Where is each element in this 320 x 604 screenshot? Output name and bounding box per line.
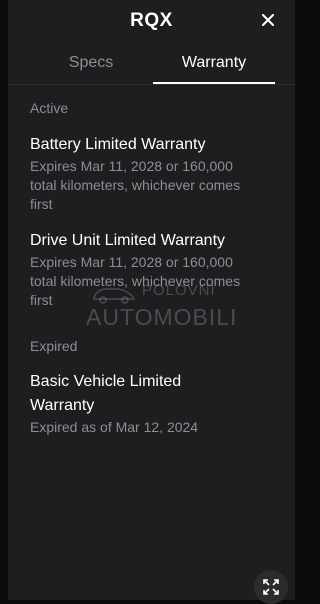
expand-icon: [263, 579, 279, 595]
page-title: RQX: [130, 10, 173, 31]
warranty-item-details: Expired as of Mar 12, 2024: [30, 419, 199, 435]
warranty-item-title: Basic Vehicle Limited Warranty: [30, 373, 182, 414]
warranty-item-details: Expires Mar 11, 2028 or 160,000 total ki…: [30, 158, 241, 212]
tab-specs[interactable]: Specs: [24, 54, 158, 84]
expand-button[interactable]: [254, 570, 288, 604]
warranty-panel: RQX Specs Warranty Active Battery Limite…: [8, 0, 295, 604]
tab-divider: [8, 84, 295, 85]
section-label-expired: Expired: [30, 338, 78, 354]
close-icon: [262, 14, 274, 26]
watermark-line2: AUTOMOBILI: [86, 304, 238, 330]
car-logo-icon: [93, 288, 136, 304]
warranty-item-title: Drive Unit Limited Warranty: [30, 232, 226, 249]
tab-warranty[interactable]: Warranty: [153, 54, 275, 84]
watermark-line1: POLOVNI: [142, 282, 216, 299]
section-label-active: Active: [30, 100, 69, 116]
warranty-item-title: Battery Limited Warranty: [30, 136, 206, 153]
tab-bar: Specs Warranty: [8, 54, 295, 84]
close-button[interactable]: [259, 11, 277, 29]
